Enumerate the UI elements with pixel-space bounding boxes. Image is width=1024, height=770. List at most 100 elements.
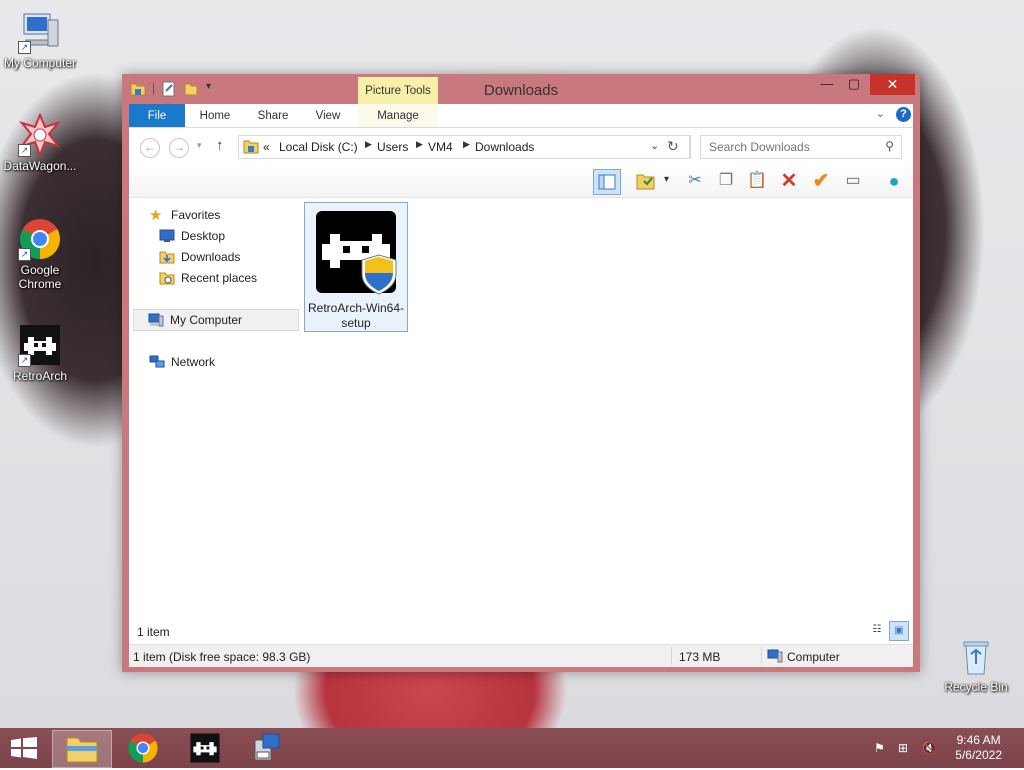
preview-pane-button[interactable]	[593, 169, 621, 195]
taskbar-clock[interactable]: 9:46 AM 5/6/2022	[955, 733, 1002, 763]
close-icon: ✕	[886, 76, 899, 92]
taskbar-chrome[interactable]	[114, 730, 172, 766]
recycle-bin-icon	[954, 634, 998, 678]
delete-x-icon: ✕	[780, 170, 798, 192]
file-item-retroarch-setup[interactable]: RetroArch-Win64-setup	[304, 202, 408, 332]
tab-share[interactable]: Share	[245, 104, 301, 127]
network-icon	[149, 355, 165, 368]
nav-label: Network	[171, 355, 216, 369]
clipboard-icon: 📋	[747, 172, 767, 189]
action-center-flag-icon[interactable]: ⚑	[874, 741, 885, 755]
desktop-icon	[159, 229, 175, 242]
address-bar[interactable]: « Local Disk (C:) ▶ Users ▶ VM4 ▶ Downlo…	[238, 135, 691, 159]
breadcrumb-users[interactable]: Users	[377, 140, 408, 154]
rename-button[interactable]: ▭	[840, 169, 866, 193]
ribbon-controls: ⌄ ?	[876, 107, 911, 122]
search-input[interactable]	[707, 139, 876, 155]
status-divider	[761, 647, 762, 665]
nav-recent-places[interactable]: Recent places	[159, 268, 257, 288]
preview-pane-icon	[598, 174, 616, 190]
volume-muted-icon[interactable]: 🔇	[922, 741, 937, 755]
navigation-bar: ← → ▾ ↑ « Local Disk (C:) ▶ Users ▶ VM4 …	[129, 128, 913, 165]
maximize-icon: ▢	[847, 76, 861, 91]
nav-network[interactable]: Network	[149, 352, 215, 372]
paste-button[interactable]: 📋	[744, 169, 770, 193]
chrome-icon	[128, 733, 158, 763]
nav-desktop[interactable]: Desktop	[159, 226, 225, 246]
tab-home[interactable]: Home	[187, 104, 243, 127]
desktop-icon-datawagon[interactable]: ↗ DataWagon...	[0, 112, 80, 173]
maximize-button[interactable]: ▢	[841, 74, 867, 95]
ribbon-tabs: File Home Share View Manage ⌄ ?	[129, 104, 913, 128]
status-computer-icon	[767, 649, 783, 666]
close-button[interactable]: ✕	[870, 74, 915, 95]
status-location: Computer	[787, 650, 840, 664]
clock-time: 9:46 AM	[956, 733, 1001, 747]
select-button[interactable]: ✔	[808, 169, 834, 193]
breadcrumb-overflow[interactable]: «	[263, 140, 270, 154]
tab-manage[interactable]: Manage	[358, 104, 438, 127]
properties-dropdown-icon[interactable]: ▾	[664, 174, 669, 185]
recent-places-icon	[159, 272, 175, 285]
desktop-icon-recycle-bin[interactable]: Recycle Bin	[936, 634, 1016, 694]
computer-icon: ↗	[18, 10, 62, 54]
datawagon-icon: ↗	[18, 112, 62, 158]
breadcrumb-local-disk[interactable]: Local Disk (C:)	[279, 140, 358, 154]
desktop-icon-retroarch[interactable]: ↗ RetroArch	[0, 323, 80, 383]
large-icons-view-button[interactable]: ▣	[889, 621, 909, 641]
breadcrumb-vm4[interactable]: VM4	[428, 140, 453, 154]
file-name: RetroArch-Win64-setup	[307, 301, 405, 330]
back-button[interactable]: ←	[140, 138, 160, 158]
help-icon[interactable]: ?	[896, 107, 911, 122]
taskbar-retroarch[interactable]	[176, 730, 234, 766]
expand-ribbon-icon[interactable]: ⌄	[876, 108, 885, 120]
start-button[interactable]	[10, 737, 38, 762]
forward-button[interactable]: →	[169, 138, 189, 158]
taskbar-file-explorer[interactable]	[52, 730, 112, 768]
shortcut-arrow-icon: ↗	[18, 41, 31, 54]
my-computer-icon	[148, 313, 164, 327]
cut-button[interactable]: ✂	[682, 169, 708, 193]
taskbar-installer[interactable]	[238, 730, 296, 766]
tab-view[interactable]: View	[303, 104, 353, 127]
recent-locations-icon[interactable]: ▾	[197, 140, 202, 151]
network-tray-icon[interactable]: ⊞	[898, 741, 908, 755]
title-bar[interactable]: | ▾ Picture Tools Downloads — ▢ ✕	[122, 74, 920, 104]
breadcrumb-separator-icon[interactable]: ▶	[463, 139, 470, 150]
taskbar: ⚑ ⊞ 🔇 9:46 AM 5/6/2022	[0, 728, 1024, 768]
search-box[interactable]: ⚲	[700, 135, 902, 159]
breadcrumb-separator-icon[interactable]: ▶	[416, 139, 423, 150]
minimize-icon: —	[820, 76, 834, 91]
search-icon[interactable]: ⚲	[885, 139, 894, 153]
retroarch-icon: ↗	[18, 323, 62, 367]
copy-button[interactable]: ❐	[713, 169, 739, 193]
installer-icon	[254, 733, 280, 761]
desktop-icon-label: DataWagon...	[3, 159, 77, 173]
desktop-icon-label: My Computer	[3, 56, 77, 70]
desktop-icon-my-computer[interactable]: ↗ My Computer	[0, 10, 80, 70]
network-button[interactable]: ●	[881, 169, 907, 193]
nav-downloads[interactable]: Downloads	[159, 247, 240, 267]
nav-favorites[interactable]: ★ Favorites	[149, 205, 220, 225]
status-size: 173 MB	[679, 650, 721, 664]
refresh-button[interactable]: ↻	[659, 135, 690, 159]
globe-icon: ●	[888, 171, 900, 191]
minimize-button[interactable]: —	[814, 74, 840, 95]
desktop-icon-google-chrome[interactable]: ↗ Google Chrome	[0, 217, 80, 291]
breadcrumb-downloads[interactable]: Downloads	[475, 140, 534, 154]
breadcrumb-separator-icon[interactable]: ▶	[365, 139, 372, 150]
details-view-button[interactable]: ☷	[868, 621, 886, 639]
retroarch-installer-icon	[316, 211, 397, 295]
explorer-window: | ▾ Picture Tools Downloads — ▢ ✕ File H…	[122, 74, 920, 672]
nav-label: Favorites	[171, 208, 221, 222]
tab-file[interactable]: File	[129, 104, 185, 127]
nav-my-computer[interactable]: My Computer	[133, 309, 299, 331]
up-arrow-icon[interactable]: ↑	[216, 137, 224, 154]
properties-folder-icon	[636, 174, 655, 190]
shortcut-arrow-icon: ↗	[18, 144, 31, 157]
properties-button[interactable]	[633, 169, 659, 193]
delete-button[interactable]: ✕	[776, 169, 802, 193]
address-dropdown-icon[interactable]: ⌄	[650, 139, 659, 152]
desktop-icon-label: Google Chrome	[18, 263, 62, 291]
details-view-icon: ☷	[872, 624, 882, 635]
